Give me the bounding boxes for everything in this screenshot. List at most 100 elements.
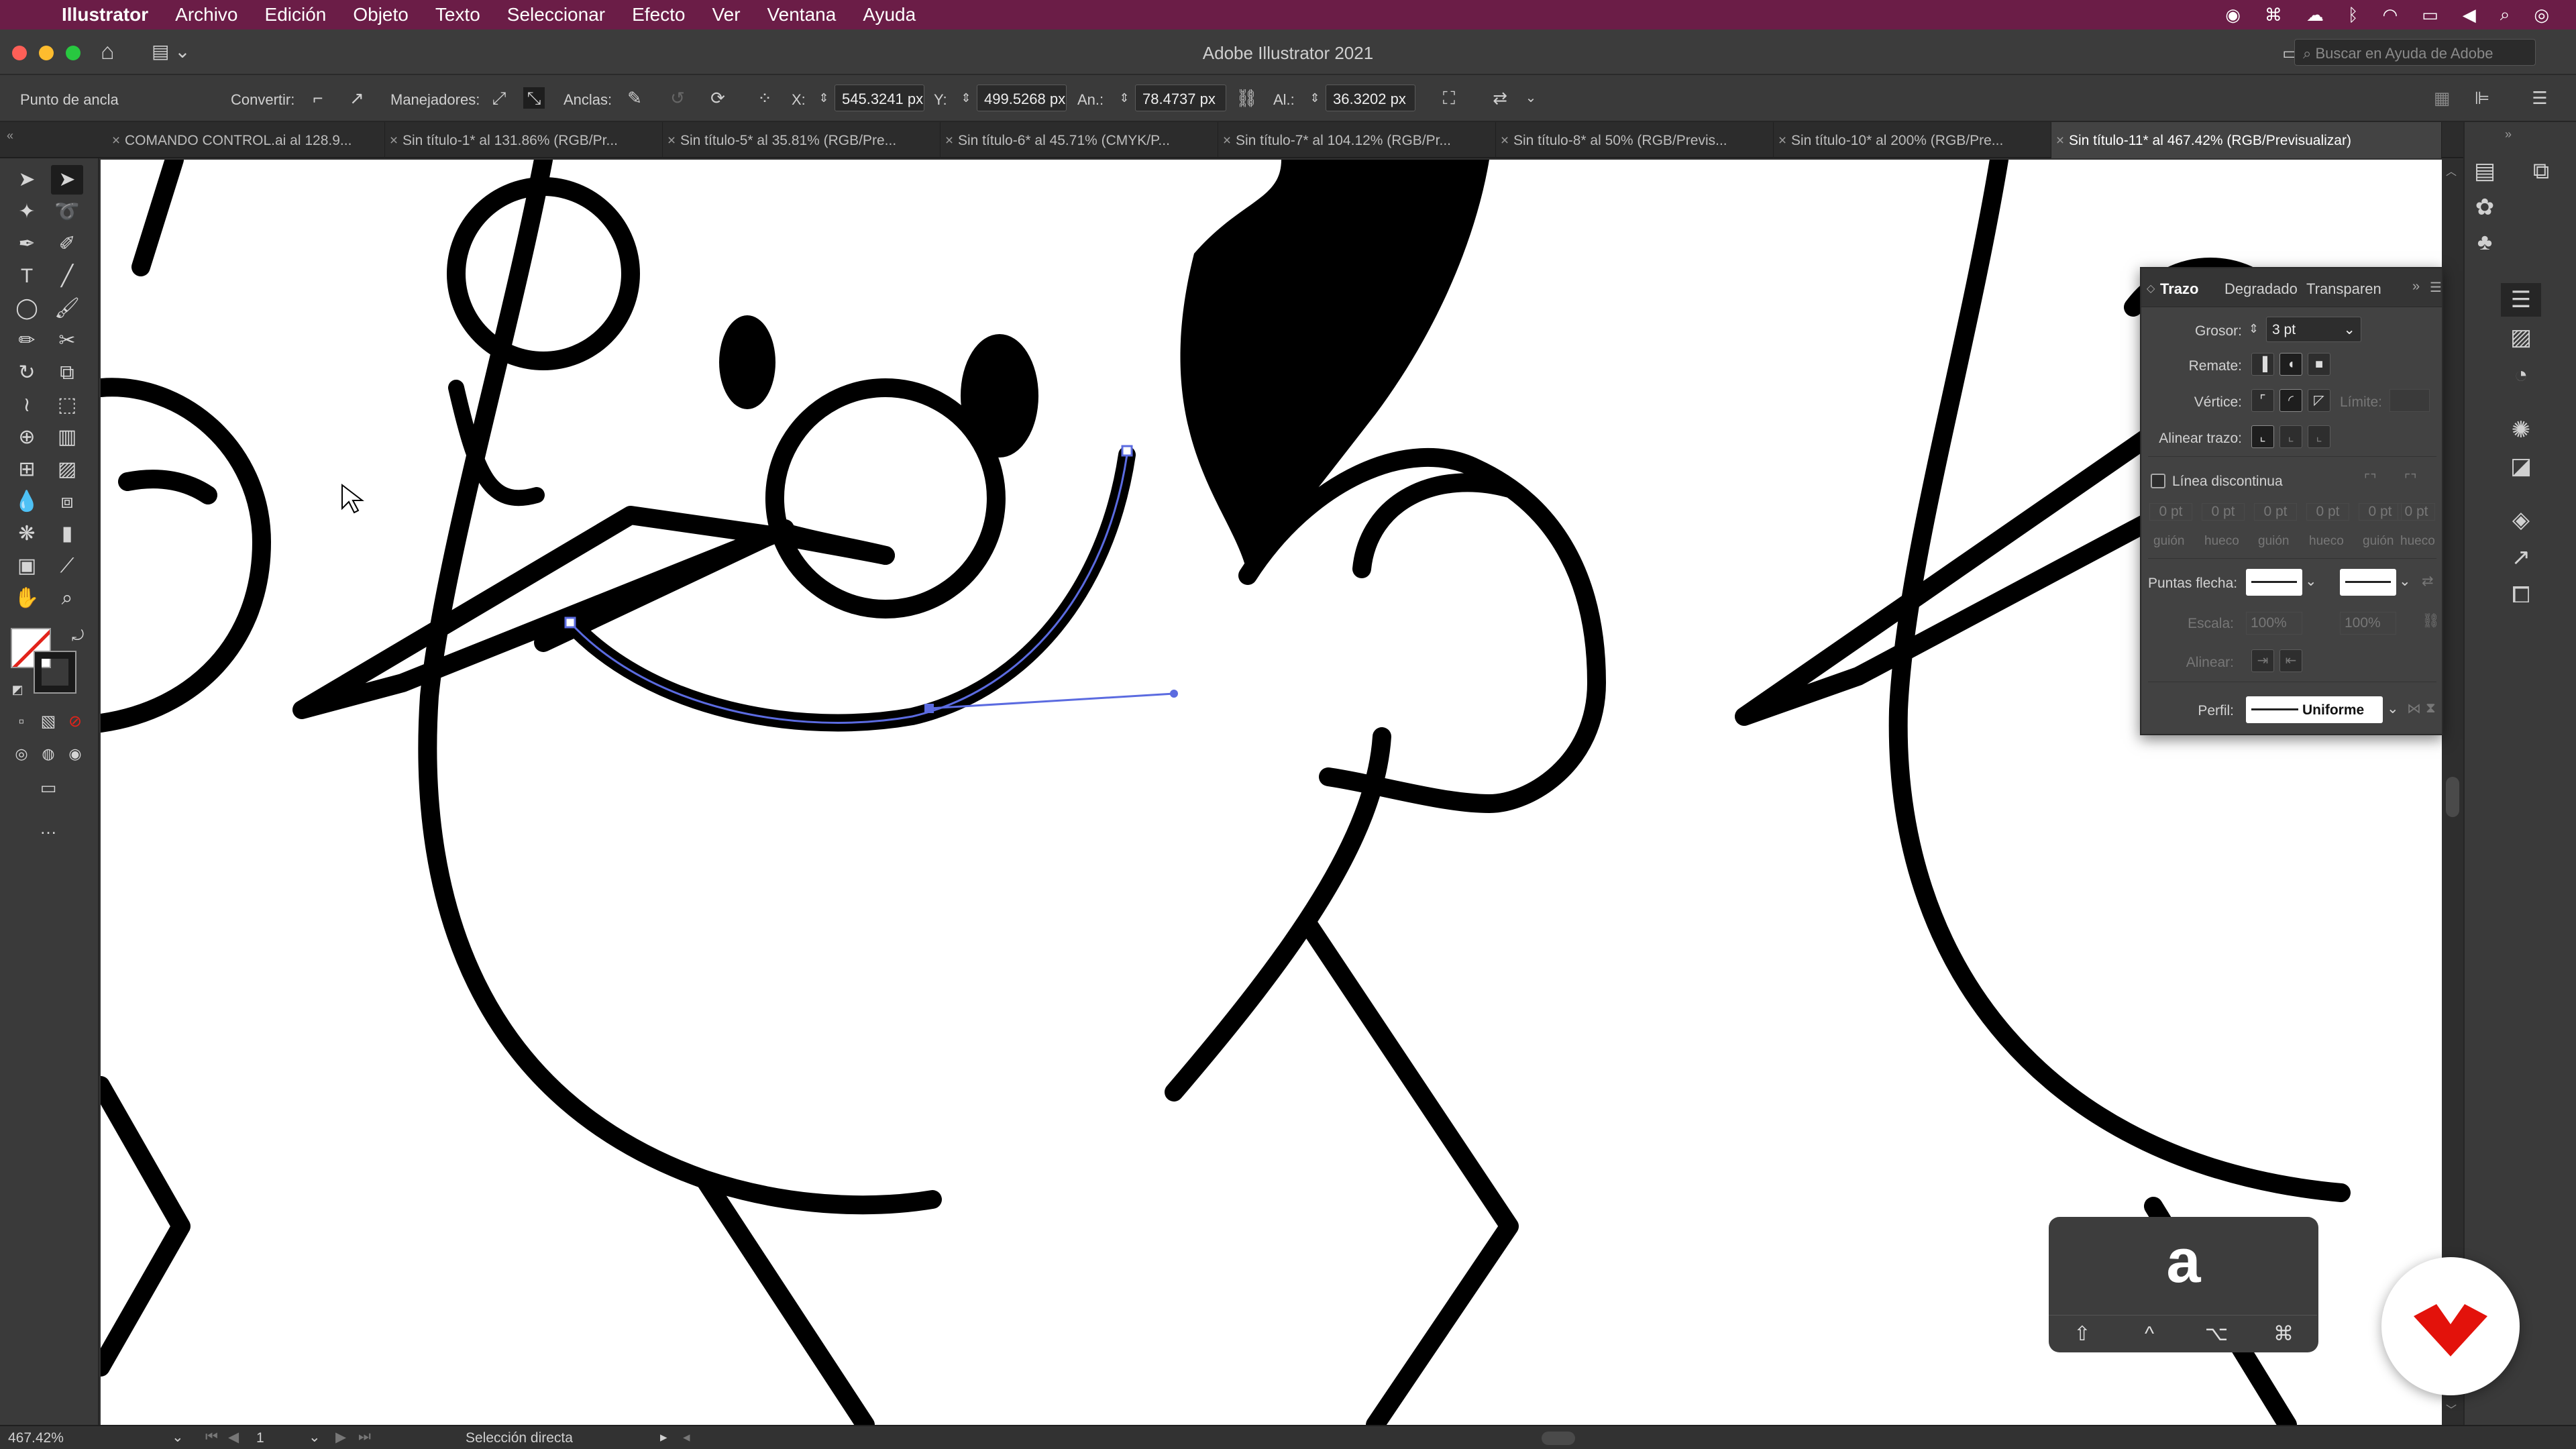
- constrain-proportions-icon[interactable]: ⛓: [1236, 87, 1258, 109]
- remove-anchor-icon[interactable]: ✎: [624, 87, 645, 109]
- close-tab-icon[interactable]: ×: [1218, 133, 1236, 149]
- control-menu-icon[interactable]: ☰: [2529, 87, 2551, 109]
- ellipse-tool-icon[interactable]: ◯: [11, 294, 43, 323]
- cut-path-icon[interactable]: ⟳: [707, 87, 729, 109]
- collapse-dock-icon[interactable]: »: [2505, 127, 2512, 142]
- volume-icon[interactable]: ◀: [2463, 5, 2476, 25]
- start-arrowhead-select[interactable]: [2246, 569, 2302, 596]
- slice-tool-icon[interactable]: ⟋: [51, 551, 83, 581]
- airplay-icon[interactable]: ▭: [2422, 5, 2438, 25]
- command-icon[interactable]: ⌘: [2265, 5, 2282, 25]
- paintbrush-tool-icon[interactable]: 🖌: [51, 294, 83, 323]
- dash-value-field[interactable]: 0 pt: [2254, 503, 2297, 521]
- help-search-input[interactable]: ⌕ Buscar en Ayuda de Adobe: [2294, 39, 2536, 66]
- properties-panel-icon[interactable]: ▤: [2465, 154, 2505, 188]
- arrow-tip-beyond-button[interactable]: ⇥: [2251, 649, 2274, 672]
- document-tab[interactable]: × Sin título-10* al 200% (RGB/Pre...: [1774, 122, 2051, 158]
- panel-collapse-icon[interactable]: ◇: [2147, 282, 2155, 295]
- wifi-icon[interactable]: ◠: [2382, 5, 2398, 25]
- shape-builder-tool-icon[interactable]: ⊕: [11, 423, 43, 452]
- scroll-up-icon[interactable]: ︿: [2446, 162, 2457, 178]
- miter-join-button[interactable]: ⌜: [2251, 389, 2274, 412]
- width-field[interactable]: 78.4737 px: [1135, 85, 1226, 111]
- menu-edicion[interactable]: Edición: [265, 4, 327, 25]
- menu-ayuda[interactable]: Ayuda: [863, 4, 916, 25]
- siri-icon[interactable]: ◎: [2534, 5, 2549, 25]
- scroll-thumb[interactable]: [2446, 777, 2459, 817]
- tab-transparency[interactable]: Transparencia: [2306, 280, 2381, 298]
- flip-along-icon[interactable]: ⋈: [2407, 700, 2421, 717]
- rotate-tool-icon[interactable]: ↻: [11, 358, 43, 388]
- end-arrowhead-select[interactable]: [2340, 569, 2396, 596]
- dash-value-field[interactable]: 0 pt: [2359, 503, 2402, 521]
- menu-seleccionar[interactable]: Seleccionar: [507, 4, 605, 25]
- document-tab-active[interactable]: × Sin título-11* al 467.42% (RGB/Previsua…: [2051, 122, 2442, 158]
- close-tab-icon[interactable]: ×: [385, 133, 402, 149]
- x-field[interactable]: 545.3241 px: [835, 85, 924, 111]
- vertical-scrollbar[interactable]: ︿ ﹀: [2442, 160, 2463, 1425]
- swap-fill-stroke-icon[interactable]: ⤾: [62, 621, 94, 651]
- hide-handles-icon[interactable]: ⤡: [523, 87, 545, 109]
- symbols-panel-icon[interactable]: ♣: [2465, 225, 2505, 259]
- document-tab[interactable]: × Sin título-1* al 131.86% (RGB/Pr...: [385, 122, 663, 158]
- gap-value-field[interactable]: 0 pt: [2398, 503, 2435, 521]
- edit-toolbar-icon[interactable]: …: [32, 813, 64, 843]
- arrow-tip-at-end-button[interactable]: ⇤: [2279, 649, 2302, 672]
- close-tab-icon[interactable]: ×: [1496, 133, 1513, 149]
- reference-point-icon[interactable]: ⁘: [754, 87, 775, 109]
- artboards-panel-icon[interactable]: ⧠: [2501, 578, 2541, 612]
- hand-tool-icon[interactable]: ✋: [11, 584, 43, 613]
- artboard-number-field[interactable]: 1: [256, 1430, 264, 1446]
- show-handles-icon[interactable]: ⤢: [488, 87, 510, 109]
- start-arrowhead-dropdown-icon[interactable]: ⌄: [2305, 573, 2317, 590]
- line-tool-icon[interactable]: ╱: [51, 262, 83, 291]
- align-outside-button[interactable]: ⌞: [2308, 425, 2330, 448]
- stroke-panel-icon[interactable]: ☰: [2501, 283, 2541, 317]
- pen-tool-icon[interactable]: ✒: [11, 229, 43, 259]
- tab-stroke[interactable]: Trazo: [2160, 280, 2198, 298]
- curvature-tool-icon[interactable]: ✐: [51, 229, 83, 259]
- swap-arrowheads-icon[interactable]: ⇄: [2422, 573, 2434, 590]
- menu-texto[interactable]: Texto: [435, 4, 480, 25]
- screen-mode-icon[interactable]: ▭: [32, 773, 64, 802]
- close-tab-icon[interactable]: ×: [107, 133, 125, 149]
- panel-expand-icon[interactable]: »: [2412, 279, 2420, 294]
- scissors-tool-icon[interactable]: ✂: [51, 326, 83, 356]
- brushes-panel-icon[interactable]: ✿: [2465, 191, 2505, 224]
- free-transform-tool-icon[interactable]: ⬚: [51, 390, 83, 420]
- menu-efecto[interactable]: Efecto: [632, 4, 685, 25]
- weight-dropdown-icon[interactable]: ⌄: [2343, 321, 2355, 338]
- link-scale-icon[interactable]: ⛓: [2422, 613, 2440, 629]
- collapse-left-icon[interactable]: «: [7, 129, 13, 143]
- previous-artboard-icon[interactable]: ◀: [228, 1429, 239, 1446]
- convert-smooth-icon[interactable]: ↗: [346, 87, 368, 109]
- isolate-selection-icon[interactable]: ⛶: [1438, 87, 1460, 109]
- flip-across-icon[interactable]: ⧗: [2426, 700, 2436, 716]
- selection-tool-icon[interactable]: ➤: [11, 165, 43, 195]
- next-artboard-icon[interactable]: ▶: [335, 1429, 346, 1446]
- height-field[interactable]: 36.3202 px: [1326, 85, 1415, 111]
- default-fill-stroke-icon[interactable]: ◩: [1, 675, 34, 704]
- blend-tool-icon[interactable]: ⧈: [51, 487, 83, 517]
- close-tab-icon[interactable]: ×: [941, 133, 958, 149]
- limit-field[interactable]: [2390, 389, 2430, 412]
- align-inside-button[interactable]: ⌞: [2279, 425, 2302, 448]
- artboard-tool-icon[interactable]: ▣: [11, 551, 43, 581]
- close-tab-icon[interactable]: ×: [2051, 133, 2069, 149]
- round-cap-button[interactable]: ◖: [2279, 353, 2302, 376]
- type-tool-icon[interactable]: T: [11, 262, 43, 291]
- horizontal-scroll-thumb[interactable]: [1542, 1432, 1575, 1445]
- creative-cloud-icon[interactable]: ☁: [2306, 5, 2324, 25]
- eyedropper-tool-icon[interactable]: 💧: [11, 487, 43, 517]
- pencil-tool-icon[interactable]: ✏: [11, 326, 43, 356]
- record-icon[interactable]: ◉: [2225, 5, 2241, 25]
- panel-options-icon[interactable]: ▦: [2431, 87, 2453, 109]
- projecting-cap-button[interactable]: ■: [2308, 353, 2330, 376]
- dashed-line-checkbox[interactable]: [2151, 474, 2165, 488]
- hscroll-left-icon[interactable]: ◂: [683, 1429, 690, 1446]
- appearance-panel-icon[interactable]: ✺: [2501, 413, 2541, 447]
- last-artboard-icon[interactable]: ⏭: [358, 1429, 371, 1445]
- profile-dropdown-icon[interactable]: ⌄: [2387, 700, 2399, 717]
- graphic-styles-panel-icon[interactable]: ◪: [2501, 449, 2541, 483]
- gradient-panel-icon[interactable]: ▨: [2501, 321, 2541, 354]
